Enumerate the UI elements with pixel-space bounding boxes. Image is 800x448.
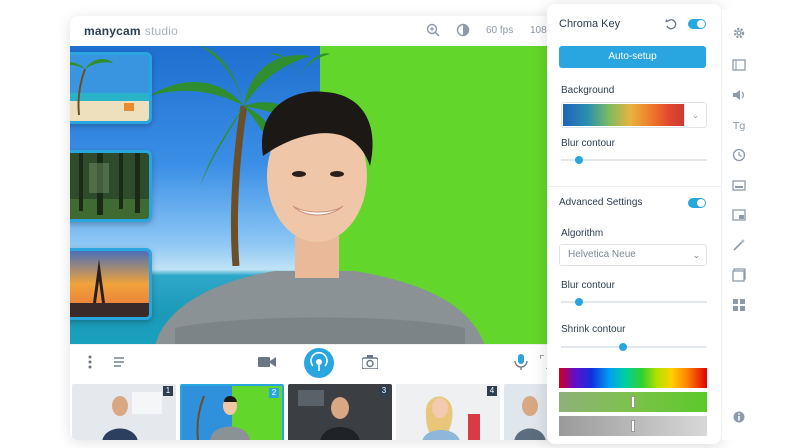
chroma-key-toggle[interactable] bbox=[688, 19, 706, 29]
range-handle[interactable] bbox=[631, 420, 635, 432]
logo-light: studio bbox=[144, 24, 178, 38]
algorithm-value: Helvetica Neue bbox=[568, 249, 636, 260]
auto-setup-button[interactable]: Auto-setup bbox=[559, 46, 706, 68]
scene-thumb-forest[interactable] bbox=[70, 150, 152, 222]
person-subject bbox=[155, 91, 485, 344]
gear-icon[interactable] bbox=[732, 26, 746, 40]
text-icon[interactable]: Tg bbox=[732, 118, 746, 132]
picture-in-picture-icon[interactable] bbox=[732, 208, 746, 222]
top-bar: manycam studio 60 fps 108 bbox=[70, 16, 555, 46]
scene-number: 2 bbox=[269, 388, 279, 398]
slider-knob[interactable] bbox=[575, 156, 583, 164]
panel-title: Chroma Key bbox=[559, 18, 621, 30]
blur-contour-label-2: Blur contour bbox=[561, 280, 615, 291]
scene-thumb-paris[interactable] bbox=[70, 248, 152, 320]
main-window: manycam studio 60 fps 108 1 2 3 4 bbox=[70, 16, 555, 440]
shrink-contour-label: Shrink contour bbox=[561, 324, 626, 335]
scene-strip: 1 2 3 4 bbox=[70, 378, 555, 440]
slider-knob[interactable] bbox=[619, 343, 627, 351]
background-selector[interactable]: ⌄ bbox=[561, 102, 707, 128]
info-icon[interactable] bbox=[732, 410, 746, 424]
presets-icon[interactable] bbox=[732, 58, 746, 72]
scene-number: 4 bbox=[487, 386, 497, 396]
shrink-contour-slider[interactable] bbox=[561, 343, 707, 351]
app-logo: manycam studio bbox=[84, 24, 178, 38]
background-label: Background bbox=[561, 85, 615, 96]
control-bar bbox=[70, 344, 555, 378]
broadcast-icon bbox=[310, 351, 328, 371]
blur-contour-slider-2[interactable] bbox=[561, 298, 707, 306]
scene-thumb-beach[interactable] bbox=[70, 52, 152, 124]
blur-contour-slider[interactable] bbox=[561, 156, 707, 164]
scene-thumb-2[interactable]: 2 bbox=[180, 384, 284, 440]
resolution-selector[interactable]: 108 bbox=[530, 25, 547, 36]
playlist-icon[interactable] bbox=[114, 356, 126, 368]
microphone-icon[interactable] bbox=[514, 354, 528, 370]
snapshot-camera-icon[interactable] bbox=[362, 355, 378, 369]
background-preview bbox=[563, 104, 685, 126]
algorithm-label: Algorithm bbox=[561, 228, 604, 239]
lower-thirds-icon[interactable] bbox=[732, 178, 746, 192]
manycam-app: manycam studio 60 fps 108 1 2 3 4 Chroma… bbox=[0, 0, 800, 448]
record-video-icon[interactable] bbox=[258, 355, 276, 369]
more-options-icon[interactable] bbox=[88, 355, 92, 369]
broadcast-button[interactable] bbox=[304, 348, 334, 378]
range-handle[interactable] bbox=[631, 396, 635, 408]
advanced-settings-toggle[interactable] bbox=[688, 198, 706, 208]
svg-text:Tg: Tg bbox=[732, 121, 745, 132]
chroma-key-panel: Chroma Key Auto-setup Background ⌄ Blur … bbox=[547, 4, 721, 444]
scene-thumb-3[interactable]: 3 bbox=[288, 384, 392, 440]
effects-wand-icon[interactable] bbox=[732, 238, 746, 252]
saturation-range-bar[interactable] bbox=[559, 392, 707, 412]
zoom-in-icon[interactable] bbox=[426, 23, 440, 37]
scene-number: 3 bbox=[379, 386, 389, 396]
fps-selector[interactable]: 60 fps bbox=[486, 25, 513, 36]
blur-contour-label: Blur contour bbox=[561, 138, 615, 149]
chevron-down-icon: ⌄ bbox=[692, 250, 700, 260]
brightness-range-bar[interactable] bbox=[559, 416, 707, 436]
tool-rail: Tg bbox=[722, 10, 756, 440]
algorithm-select[interactable]: Helvetica Neue ⌄ bbox=[559, 244, 707, 266]
hue-range-bar[interactable] bbox=[559, 368, 707, 388]
contrast-icon[interactable] bbox=[456, 23, 470, 37]
grid-icon[interactable] bbox=[732, 298, 746, 312]
reset-icon[interactable] bbox=[665, 18, 677, 30]
chevron-down-icon: ⌄ bbox=[684, 103, 706, 127]
scene-thumb-1[interactable]: 1 bbox=[72, 384, 176, 440]
logo-bold: manycam bbox=[84, 24, 141, 38]
clock-icon[interactable] bbox=[732, 148, 746, 162]
volume-icon[interactable] bbox=[732, 88, 746, 102]
divider bbox=[547, 186, 721, 187]
scene-thumb-4[interactable]: 4 bbox=[396, 384, 500, 440]
scene-number: 1 bbox=[163, 386, 173, 396]
slider-knob[interactable] bbox=[575, 298, 583, 306]
images-icon[interactable] bbox=[732, 268, 746, 282]
video-preview[interactable] bbox=[70, 46, 555, 344]
advanced-settings-label: Advanced Settings bbox=[559, 197, 643, 208]
